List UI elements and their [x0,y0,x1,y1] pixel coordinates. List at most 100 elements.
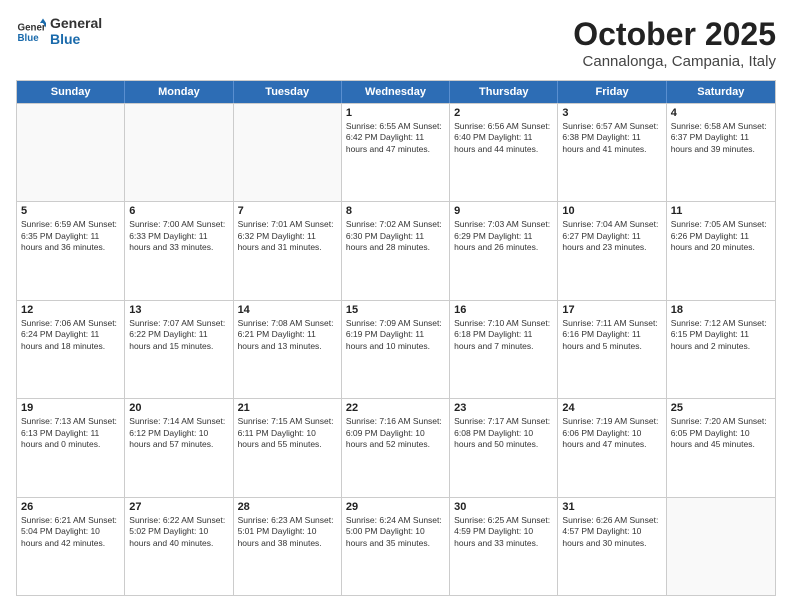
calendar-cell-day-12: 12 Sunrise: 7:06 AM Sunset: 6:24 PM Dayli… [17,301,125,398]
cell-text: Sunrise: 7:08 AM Sunset: 6:21 PM Dayligh… [238,318,337,352]
calendar-cell-empty [125,104,233,201]
day-number: 15 [346,304,445,316]
calendar-cell-day-21: 21 Sunrise: 7:15 AM Sunset: 6:11 PM Dayli… [234,399,342,496]
cell-text: Sunrise: 7:01 AM Sunset: 6:32 PM Dayligh… [238,219,337,253]
day-number: 26 [21,501,120,513]
cell-text: Sunrise: 7:16 AM Sunset: 6:09 PM Dayligh… [346,416,445,450]
logo-icon: General Blue [16,17,46,47]
weekday-header-monday: Monday [125,81,233,103]
cell-text: Sunrise: 7:09 AM Sunset: 6:19 PM Dayligh… [346,318,445,352]
calendar-cell-day-31: 31 Sunrise: 6:26 AM Sunset: 4:57 PM Dayli… [558,498,666,595]
cell-text: Sunrise: 7:02 AM Sunset: 6:30 PM Dayligh… [346,219,445,253]
cell-text: Sunrise: 7:03 AM Sunset: 6:29 PM Dayligh… [454,219,553,253]
calendar-cell-day-2: 2 Sunrise: 6:56 AM Sunset: 6:40 PM Daylig… [450,104,558,201]
calendar-cell-day-14: 14Sunrise: 7:08 AM Sunset: 6:21 PM Dayli… [234,301,342,398]
calendar-cell-day-25: 25Sunrise: 7:20 AM Sunset: 6:05 PM Dayli… [667,399,775,496]
cell-text: Sunrise: 7:17 AM Sunset: 6:08 PM Dayligh… [454,416,553,450]
day-number: 1 [346,107,445,119]
day-number: 24 [562,402,661,414]
cell-text: Sunrise: 7:00 AM Sunset: 6:33 PM Dayligh… [129,219,228,253]
header: General Blue General Blue October 2025 C… [16,16,776,70]
day-number: 10 [562,205,661,217]
cell-text: Sunrise: 6:56 AM Sunset: 6:40 PM Dayligh… [454,121,553,155]
calendar-row-3: 12 Sunrise: 7:06 AM Sunset: 6:24 PM Dayli… [17,300,775,398]
calendar-cell-day-6: 6 Sunrise: 7:00 AM Sunset: 6:33 PM Daylig… [125,202,233,299]
calendar-cell-day-13: 13 Sunrise: 7:07 AM Sunset: 6:22 PM Dayli… [125,301,233,398]
cell-text: Sunrise: 7:04 AM Sunset: 6:27 PM Dayligh… [562,219,661,253]
weekday-header-saturday: Saturday [667,81,775,103]
day-number: 29 [346,501,445,513]
day-number: 28 [238,501,337,513]
calendar-row-4: 19 Sunrise: 7:13 AM Sunset: 6:13 PM Dayli… [17,398,775,496]
calendar-cell-day-17: 17 Sunrise: 7:11 AM Sunset: 6:16 PM Dayli… [558,301,666,398]
calendar-body: 1Sunrise: 6:55 AM Sunset: 6:42 PM Daylig… [17,103,775,595]
day-number: 18 [671,304,771,316]
calendar-cell-day-9: 9Sunrise: 7:03 AM Sunset: 6:29 PM Daylig… [450,202,558,299]
cell-text: Sunrise: 7:11 AM Sunset: 6:16 PM Dayligh… [562,318,661,352]
day-number: 21 [238,402,337,414]
calendar-cell-day-18: 18 Sunrise: 7:12 AM Sunset: 6:15 PM Dayli… [667,301,775,398]
day-number: 2 [454,107,553,119]
svg-text:General: General [18,22,47,33]
calendar-cell-day-16: 16Sunrise: 7:10 AM Sunset: 6:18 PM Dayli… [450,301,558,398]
weekday-header-wednesday: Wednesday [342,81,450,103]
day-number: 17 [562,304,661,316]
calendar-cell-day-26: 26 Sunrise: 6:21 AM Sunset: 5:04 PM Dayli… [17,498,125,595]
svg-text:Blue: Blue [18,33,40,44]
logo: General Blue General Blue [16,16,102,47]
day-number: 12 [21,304,120,316]
calendar-cell-empty [17,104,125,201]
day-number: 30 [454,501,553,513]
calendar-cell-day-23: 23 Sunrise: 7:17 AM Sunset: 6:08 PM Dayli… [450,399,558,496]
main-title: October 2025 [573,16,776,53]
calendar-cell-day-10: 10 Sunrise: 7:04 AM Sunset: 6:27 PM Dayli… [558,202,666,299]
calendar-cell-day-11: 11 Sunrise: 7:05 AM Sunset: 6:26 PM Dayli… [667,202,775,299]
day-number: 4 [671,107,771,119]
weekday-header-thursday: Thursday [450,81,558,103]
cell-text: Sunrise: 7:07 AM Sunset: 6:22 PM Dayligh… [129,318,228,352]
cell-text: Sunrise: 7:12 AM Sunset: 6:15 PM Dayligh… [671,318,771,352]
calendar-cell-day-8: 8 Sunrise: 7:02 AM Sunset: 6:30 PM Daylig… [342,202,450,299]
cell-text: Sunrise: 6:21 AM Sunset: 5:04 PM Dayligh… [21,515,120,549]
day-number: 23 [454,402,553,414]
day-number: 6 [129,205,228,217]
cell-text: Sunrise: 6:57 AM Sunset: 6:38 PM Dayligh… [562,121,661,155]
weekday-header-sunday: Sunday [17,81,125,103]
calendar-cell-day-20: 20 Sunrise: 7:14 AM Sunset: 6:12 PM Dayli… [125,399,233,496]
calendar-cell-empty [667,498,775,595]
cell-text: Sunrise: 6:23 AM Sunset: 5:01 PM Dayligh… [238,515,337,549]
day-number: 22 [346,402,445,414]
day-number: 11 [671,205,771,217]
cell-text: Sunrise: 7:13 AM Sunset: 6:13 PM Dayligh… [21,416,120,450]
calendar-cell-day-24: 24Sunrise: 7:19 AM Sunset: 6:06 PM Dayli… [558,399,666,496]
calendar-row-5: 26 Sunrise: 6:21 AM Sunset: 5:04 PM Dayli… [17,497,775,595]
day-number: 19 [21,402,120,414]
logo-general-text: General [50,16,102,31]
calendar-cell-day-29: 29 Sunrise: 6:24 AM Sunset: 5:00 PM Dayli… [342,498,450,595]
cell-text: Sunrise: 6:24 AM Sunset: 5:00 PM Dayligh… [346,515,445,549]
cell-text: Sunrise: 7:06 AM Sunset: 6:24 PM Dayligh… [21,318,120,352]
day-number: 20 [129,402,228,414]
calendar-cell-day-15: 15 Sunrise: 7:09 AM Sunset: 6:19 PM Dayli… [342,301,450,398]
cell-text: Sunrise: 7:10 AM Sunset: 6:18 PM Dayligh… [454,318,553,352]
calendar-row-2: 5Sunrise: 6:59 AM Sunset: 6:35 PM Daylig… [17,201,775,299]
calendar-header: SundayMondayTuesdayWednesdayThursdayFrid… [17,81,775,103]
cell-text: Sunrise: 7:15 AM Sunset: 6:11 PM Dayligh… [238,416,337,450]
day-number: 3 [562,107,661,119]
logo-blue-text: Blue [50,31,102,47]
cell-text: Sunrise: 6:26 AM Sunset: 4:57 PM Dayligh… [562,515,661,549]
calendar-cell-day-19: 19 Sunrise: 7:13 AM Sunset: 6:13 PM Dayli… [17,399,125,496]
calendar-cell-day-28: 28 Sunrise: 6:23 AM Sunset: 5:01 PM Dayli… [234,498,342,595]
calendar-cell-day-5: 5Sunrise: 6:59 AM Sunset: 6:35 PM Daylig… [17,202,125,299]
cell-text: Sunrise: 7:05 AM Sunset: 6:26 PM Dayligh… [671,219,771,253]
day-number: 13 [129,304,228,316]
cell-text: Sunrise: 6:25 AM Sunset: 4:59 PM Dayligh… [454,515,553,549]
calendar-cell-day-7: 7Sunrise: 7:01 AM Sunset: 6:32 PM Daylig… [234,202,342,299]
cell-text: Sunrise: 7:14 AM Sunset: 6:12 PM Dayligh… [129,416,228,450]
day-number: 31 [562,501,661,513]
day-number: 5 [21,205,120,217]
calendar-cell-day-30: 30 Sunrise: 6:25 AM Sunset: 4:59 PM Dayli… [450,498,558,595]
calendar-row-1: 1Sunrise: 6:55 AM Sunset: 6:42 PM Daylig… [17,103,775,201]
cell-text: Sunrise: 6:58 AM Sunset: 6:37 PM Dayligh… [671,121,771,155]
day-number: 8 [346,205,445,217]
